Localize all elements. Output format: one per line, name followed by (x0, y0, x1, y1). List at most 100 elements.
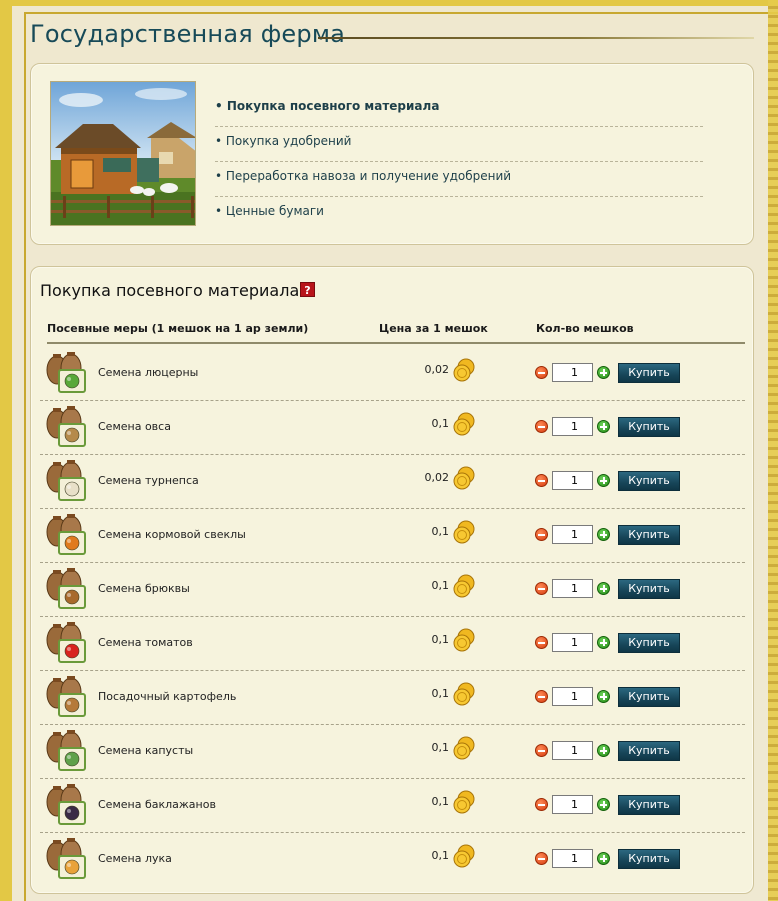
buy-button[interactable]: Купить (618, 525, 680, 545)
increase-qty-button[interactable] (597, 798, 610, 811)
table-header: Посевные меры (1 мешок на 1 ар земли) Це… (47, 322, 745, 344)
seed-name: Семена кормовой свеклы (98, 528, 246, 541)
increase-qty-button[interactable] (597, 528, 610, 541)
nav-item-fertilizers[interactable]: • Покупка удобрений (215, 133, 703, 162)
seed-name: Семена люцерны (98, 366, 199, 379)
decrease-qty-button[interactable] (535, 798, 548, 811)
column-header-qty: Кол-во мешков (536, 322, 634, 335)
decrease-qty-button[interactable] (535, 636, 548, 649)
seed-name: Семена лука (98, 852, 172, 865)
quantity-input[interactable] (552, 741, 593, 760)
decrease-qty-button[interactable] (535, 366, 548, 379)
seed-price: 0,1 (431, 633, 450, 646)
seed-price: 0,02 (424, 363, 450, 376)
quantity-input[interactable] (552, 525, 593, 544)
coin-icon (452, 681, 476, 707)
section-title: Покупка посевного материала (40, 281, 300, 300)
increase-qty-button[interactable] (597, 420, 610, 433)
page-title: Государственная ферма (30, 20, 346, 48)
seed-name: Посадочный картофель (98, 690, 237, 703)
seed-price: 0,1 (431, 417, 450, 430)
table-row: Семена люцерны 0,02 Купить (40, 347, 745, 401)
farm-picture (50, 81, 196, 226)
seed-price: 0,1 (431, 579, 450, 592)
increase-qty-button[interactable] (597, 366, 610, 379)
coin-icon (452, 627, 476, 653)
seed-table: Семена люцерны 0,02 Купить (40, 347, 745, 887)
buy-button[interactable]: Купить (618, 633, 680, 653)
decrease-qty-button[interactable] (535, 690, 548, 703)
increase-qty-button[interactable] (597, 636, 610, 649)
onion-seed-icon (45, 838, 89, 880)
table-row: Семена турнепса 0,02 Купить (40, 455, 745, 509)
nav-item-securities[interactable]: • Ценные бумаги (215, 203, 703, 232)
increase-qty-button[interactable] (597, 852, 610, 865)
seed-name: Семена баклажанов (98, 798, 216, 811)
quantity-input[interactable] (552, 363, 593, 382)
seed-name: Семена брюквы (98, 582, 190, 595)
seed-name: Семена овса (98, 420, 171, 433)
quantity-input[interactable] (552, 471, 593, 490)
decrease-qty-button[interactable] (535, 582, 548, 595)
decrease-qty-button[interactable] (535, 852, 548, 865)
buy-button[interactable]: Купить (618, 363, 680, 383)
quantity-input[interactable] (552, 687, 593, 706)
eggplant-seed-icon (45, 784, 89, 826)
buy-button[interactable]: Купить (618, 471, 680, 491)
decrease-qty-button[interactable] (535, 744, 548, 757)
nav-item-label: Покупка удобрений (225, 134, 352, 148)
table-row: Семена кормовой свеклы 0,1 Купить (40, 509, 745, 563)
seed-name: Семена томатов (98, 636, 193, 649)
buy-button[interactable]: Купить (618, 579, 680, 599)
rutabaga-seed-icon (45, 568, 89, 610)
increase-qty-button[interactable] (597, 690, 610, 703)
nav-item-label: Покупка посевного материала (226, 99, 440, 113)
coin-icon (452, 735, 476, 761)
decrease-qty-button[interactable] (535, 420, 548, 433)
quantity-input[interactable] (552, 579, 593, 598)
coin-icon (452, 357, 476, 383)
table-row: Семена капусты 0,1 Купить (40, 725, 745, 779)
coin-icon (452, 843, 476, 869)
table-row: Семена томатов 0,1 Купить (40, 617, 745, 671)
increase-qty-button[interactable] (597, 582, 610, 595)
coin-icon (452, 411, 476, 437)
table-row: Посадочный картофель 0,1 Купить (40, 671, 745, 725)
buy-button[interactable]: Купить (618, 795, 680, 815)
seed-price: 0,1 (431, 525, 450, 538)
rope-border-decoration (768, 0, 778, 901)
quantity-input[interactable] (552, 795, 593, 814)
seed-price: 0,02 (424, 471, 450, 484)
help-icon[interactable]: ? (300, 282, 315, 297)
quantity-input[interactable] (552, 633, 593, 652)
decrease-qty-button[interactable] (535, 528, 548, 541)
quantity-input[interactable] (552, 417, 593, 436)
nav-item-manure-processing[interactable]: • Переработка навоза и получение удобрен… (215, 168, 703, 197)
table-row: Семена овса 0,1 Купить (40, 401, 745, 455)
table-row: Семена баклажанов 0,1 Купить (40, 779, 745, 833)
nav-item-seeds[interactable]: • Покупка посевного материала (215, 98, 703, 127)
nav-item-label: Переработка навоза и получение удобрений (225, 169, 512, 183)
increase-qty-button[interactable] (597, 474, 610, 487)
column-header-price: Цена за 1 мешок (379, 322, 488, 335)
seed-price: 0,1 (431, 741, 450, 754)
buy-button[interactable]: Купить (618, 687, 680, 707)
coin-icon (452, 789, 476, 815)
farm-menu-panel: • Покупка посевного материала • Покупка … (30, 63, 754, 245)
alfalfa-seed-icon (45, 352, 89, 394)
increase-qty-button[interactable] (597, 744, 610, 757)
coin-icon (452, 519, 476, 545)
nav-item-label: Ценные бумаги (225, 204, 324, 218)
fodder-beet-seed-icon (45, 514, 89, 556)
buy-button[interactable]: Купить (618, 849, 680, 869)
buy-button[interactable]: Купить (618, 741, 680, 761)
farm-illustration-icon (51, 82, 195, 225)
decrease-qty-button[interactable] (535, 474, 548, 487)
buy-button[interactable]: Купить (618, 417, 680, 437)
quantity-input[interactable] (552, 849, 593, 868)
potato-seed-icon (45, 676, 89, 718)
title-underline (318, 37, 754, 39)
table-row: Семена лука 0,1 Купить (40, 833, 745, 887)
table-row: Семена брюквы 0,1 Купить (40, 563, 745, 617)
oat-seed-icon (45, 406, 89, 448)
